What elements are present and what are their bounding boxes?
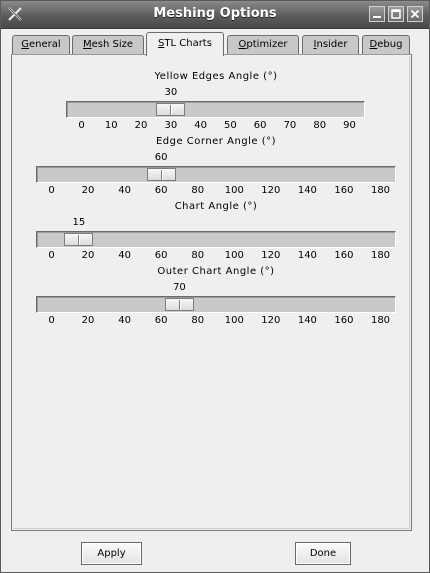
tick-label: 80 [191, 315, 205, 326]
tick-label: 140 [297, 315, 317, 326]
tick-label: 120 [261, 250, 281, 261]
tick-label: 20 [81, 315, 95, 326]
slider-thumb[interactable] [146, 168, 176, 181]
tab-optimizer[interactable]: Optimizer [227, 35, 299, 54]
tick-label: 180 [370, 250, 391, 261]
apply-button[interactable]: Apply [81, 542, 142, 565]
tick-label: 90 [343, 120, 356, 131]
edge-corner-angle-value: 60 [154, 152, 168, 163]
tab-label: eneral [29, 39, 61, 50]
chart-angle-label: Chart Angle (°) [174, 201, 258, 212]
minimize-button[interactable] [369, 6, 385, 22]
tab-label: TL Charts [164, 38, 212, 49]
slider-thumb[interactable] [156, 103, 186, 116]
close-button[interactable] [407, 6, 423, 22]
tick-label: 0 [48, 185, 55, 196]
minimize-icon [370, 7, 384, 21]
tick-label: 40 [118, 250, 131, 261]
outer-chart-angle-slider[interactable] [36, 296, 396, 313]
slider-thumb[interactable] [164, 298, 194, 311]
tick-label: 60 [154, 185, 168, 196]
window-title: Meshing Options [153, 6, 277, 21]
tick-label: 100 [224, 250, 244, 261]
maximize-icon [389, 7, 403, 21]
tab-insider[interactable]: Insider [302, 35, 359, 54]
tab-mesh-size[interactable]: Mesh Size [72, 35, 144, 54]
tick-label: 70 [283, 120, 297, 131]
tick-label: 0 [48, 250, 55, 261]
done-button[interactable]: Done [295, 542, 351, 565]
tick-label: 10 [104, 120, 118, 131]
outer-chart-angle-value: 70 [173, 282, 186, 293]
title-bar[interactable]: Meshing Options [1, 1, 429, 29]
close-icon [408, 7, 422, 21]
tick-label: 50 [224, 120, 237, 131]
tick-label: 40 [118, 185, 131, 196]
tab-general[interactable]: General [12, 35, 70, 54]
maximize-button[interactable] [388, 6, 404, 22]
tick-label: 20 [81, 250, 95, 261]
tick-label: 160 [334, 315, 354, 326]
tick-label: 160 [334, 185, 354, 196]
tick-label: 40 [194, 120, 207, 131]
tick-label: 120 [261, 315, 281, 326]
edge-corner-angle-label: Edge Corner Angle (°) [155, 136, 277, 147]
outer-chart-angle-label: Outer Chart Angle (°) [157, 266, 275, 277]
tick-label: 120 [261, 185, 281, 196]
tick-label: 20 [134, 120, 148, 131]
tick-label: 0 [48, 315, 55, 326]
meshing-options-window: Meshing Options General Mesh Size STL Ch… [0, 0, 430, 573]
yellow-edges-angle-label: Yellow Edges Angle (°) [154, 71, 278, 82]
tick-label: 180 [370, 315, 391, 326]
tab-stl-charts[interactable]: STL Charts [146, 32, 224, 56]
yellow-edges-angle-value: 30 [164, 87, 178, 98]
tab-label: ebug [377, 39, 403, 50]
chart-angle-slider[interactable] [36, 231, 396, 248]
tab-label: nsider [316, 39, 348, 50]
tick-label: 80 [191, 185, 205, 196]
tick-label: 180 [370, 185, 391, 196]
tick-label: 140 [297, 250, 317, 261]
edge-corner-angle-slider[interactable] [36, 166, 396, 183]
yellow-edges-angle-slider[interactable] [66, 101, 365, 118]
slider-thumb[interactable] [64, 233, 94, 246]
tick-label: 0 [78, 120, 85, 131]
tick-label: 160 [334, 250, 354, 261]
tick-label: 30 [164, 120, 178, 131]
tick-label: 80 [191, 250, 205, 261]
tick-label: 100 [224, 315, 244, 326]
tick-label: 100 [224, 185, 244, 196]
tab-label: esh Size [91, 39, 134, 50]
tick-label: 20 [81, 185, 95, 196]
tick-label: 60 [154, 315, 168, 326]
tick-label: 80 [313, 120, 327, 131]
tick-label: 60 [253, 120, 267, 131]
tab-debug[interactable]: Debug [362, 35, 410, 54]
tab-label-mnemonic: G [21, 39, 30, 50]
tab-label: ptimizer [246, 39, 288, 50]
tab-label-mnemonic: M [82, 39, 92, 50]
tick-label: 40 [118, 315, 131, 326]
tick-label: 60 [154, 250, 168, 261]
tick-label: 140 [297, 185, 317, 196]
chart-angle-value: 15 [72, 217, 86, 228]
